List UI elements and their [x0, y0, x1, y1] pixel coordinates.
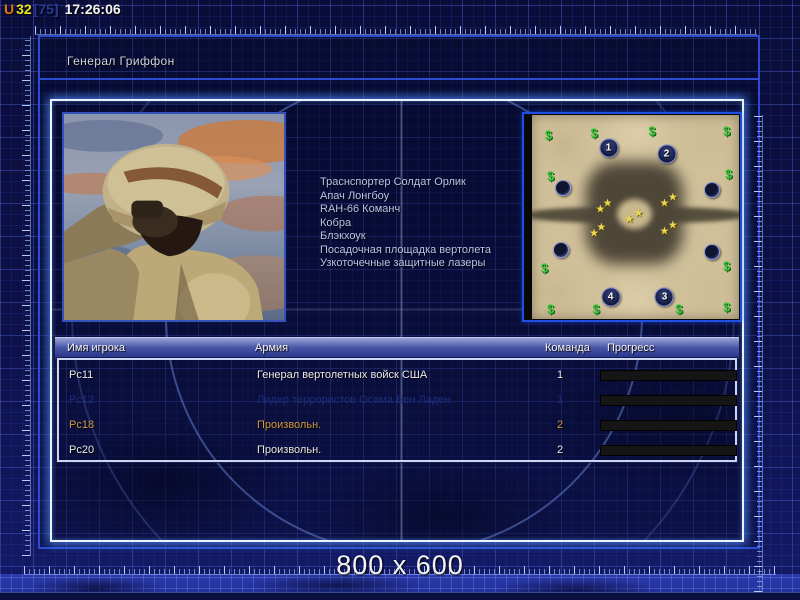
oil-derrick-icon — [704, 182, 720, 198]
player-army: Произвольн. — [257, 438, 321, 463]
unit-item: Посадочная площадка вертолета — [320, 244, 520, 258]
status-bar: U32[75] 17:26:06 — [4, 1, 123, 17]
player-team: 2 — [548, 438, 572, 463]
table-header: Имя игрока Армия Команда Прогресс — [55, 337, 739, 359]
money-spot-icon: $ — [547, 169, 554, 184]
network-indicator: U — [4, 1, 14, 17]
money-spot-icon: $ — [675, 301, 682, 316]
bottom-strip — [0, 592, 800, 600]
column-header-player: Имя игрока — [67, 342, 125, 354]
minimap-terrain: $$$$$$$$$$$$★★★★★★★★★★1234 — [532, 115, 739, 319]
ruler-left — [22, 36, 31, 556]
unit-item: Траснспортер Солдат Орлик — [320, 176, 520, 190]
oil-derrick-icon — [553, 242, 569, 258]
table-row: Pc20 Произвольн. 2 — [59, 438, 735, 463]
start-position-marker-2: 2 — [657, 144, 676, 163]
player-army: Произвольн. — [257, 413, 321, 438]
start-position-marker-3: 3 — [655, 287, 674, 306]
tech-star-icon: ★ — [603, 196, 613, 209]
player-team: 1 — [548, 388, 572, 413]
column-header-progress: Прогресс — [607, 342, 654, 354]
resolution-label: 800 x 600 — [0, 550, 800, 581]
start-position-marker-1: 1 — [599, 138, 618, 157]
player-team: 2 — [548, 413, 572, 438]
money-spot-icon: $ — [590, 126, 597, 141]
latency-value: [75] — [34, 1, 59, 17]
money-spot-icon: $ — [723, 299, 730, 314]
money-spot-icon: $ — [723, 258, 730, 273]
title-separator — [40, 78, 758, 80]
unit-item: Кобра — [320, 217, 520, 231]
tech-star-icon: ★ — [668, 190, 678, 203]
unit-list: Траснспортер Солдат Орлик Апач Лонгбоу R… — [320, 176, 520, 271]
table-row: Pc11 Генерал вертолетных войск США 1 — [59, 363, 735, 388]
money-spot-icon: $ — [723, 124, 730, 139]
progress-bar — [600, 445, 737, 456]
player-name: Pc12 — [69, 388, 94, 413]
money-spot-icon: $ — [593, 301, 600, 316]
progress-bar — [600, 395, 737, 406]
player-name: Pc20 — [69, 438, 94, 463]
ruler-top — [35, 26, 757, 35]
load-screen: U32[75]17:26:06 Генерал Гриффон — [0, 0, 800, 600]
player-name: Pc11 — [69, 363, 93, 388]
money-spot-icon: $ — [541, 261, 548, 276]
player-team: 1 — [548, 363, 572, 388]
money-spot-icon: $ — [547, 301, 554, 316]
tech-star-icon: ★ — [596, 221, 606, 234]
money-spot-icon: $ — [725, 167, 732, 182]
table-row: Pc18 Произвольн. 2 — [59, 413, 735, 438]
progress-bar — [600, 370, 737, 381]
page-title: Генерал Гриффон — [67, 54, 175, 68]
money-spot-icon: $ — [648, 124, 655, 139]
ruler-right — [754, 115, 763, 592]
minimap: $$$$$$$$$$$$★★★★★★★★★★1234 — [522, 112, 742, 322]
unit-item: Апач Лонгбоу — [320, 190, 520, 204]
reticle-vertical-line — [400, 101, 403, 542]
clock: 17:26:06 — [65, 1, 121, 17]
tech-star-icon: ★ — [668, 219, 678, 232]
unit-item: RAH-66 Команч — [320, 203, 520, 217]
fps-counter: 32 — [16, 1, 32, 17]
column-header-team: Команда — [545, 342, 590, 354]
unit-item: Блэкхоук — [320, 230, 520, 244]
general-portrait — [62, 112, 286, 322]
player-army: Генерал вертолетных войск США — [257, 363, 427, 388]
player-army: Лидер террористов Осама Бен Ладен — [257, 388, 450, 413]
table-row: Pc12 Лидер террористов Осама Бен Ладен 1 — [59, 388, 735, 413]
oil-derrick-icon — [704, 244, 720, 260]
money-spot-icon: $ — [545, 128, 552, 143]
tech-star-icon: ★ — [634, 206, 644, 219]
player-table: Pc11 Генерал вертолетных войск США 1 Pc1… — [57, 358, 737, 462]
column-header-army: Армия — [255, 342, 288, 354]
unit-item: Узкоточечные защитные лазеры — [320, 257, 520, 271]
start-position-marker-4: 4 — [601, 287, 620, 306]
player-name: Pc18 — [69, 413, 94, 438]
oil-derrick-icon — [555, 180, 571, 196]
general-portrait-image — [64, 114, 284, 320]
progress-bar — [600, 420, 737, 431]
